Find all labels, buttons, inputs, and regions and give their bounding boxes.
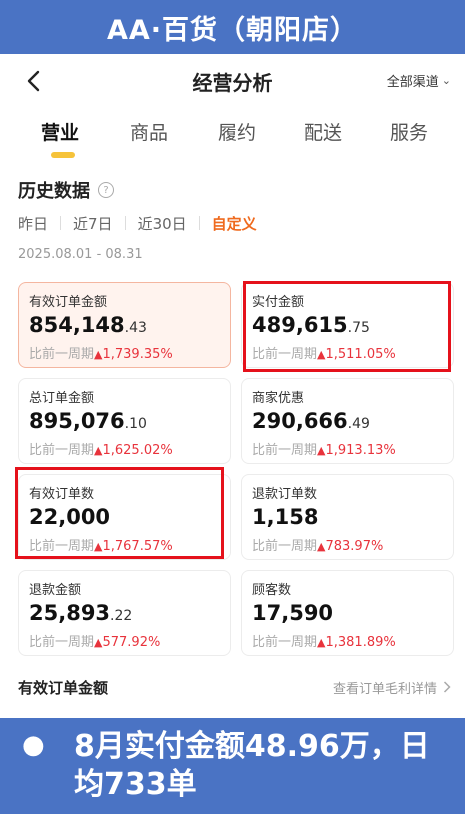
metric-value-int: 895,076: [29, 409, 125, 433]
chevron-right-icon: [443, 681, 451, 693]
nav-bar: 经营分析 全部渠道 ⌄: [0, 56, 465, 106]
metric-label: 商家优惠: [252, 391, 305, 406]
date-range-text: 2025.08.01 - 08.31: [18, 247, 143, 262]
channel-dropdown[interactable]: 全部渠道 ⌄: [387, 71, 451, 90]
metric-compare: 比前一周期▲1,625.02%: [29, 439, 220, 458]
range-30-days[interactable]: 近30日: [126, 213, 199, 234]
metric-value: 854,148.43: [29, 313, 220, 340]
metric-value-decimal: .43: [124, 320, 147, 336]
compare-label: 比前一周期: [29, 443, 95, 458]
metric-label: 总订单金额: [29, 391, 95, 406]
metric-value: 1,158: [252, 505, 443, 532]
tab-service[interactable]: 服务: [390, 118, 428, 145]
compare-label: 比前一周期: [29, 347, 95, 362]
metric-value-decimal: .10: [124, 416, 147, 432]
tab-delivery[interactable]: 配送: [304, 118, 342, 145]
metric-value: 895,076.10: [29, 409, 220, 436]
metric-value: 25,893.22: [29, 601, 220, 628]
tab-products[interactable]: 商品: [130, 118, 168, 145]
metric-label: 退款金额: [29, 583, 82, 598]
top-banner: AA·百货（朝阳店）: [0, 0, 465, 54]
metric-compare: 比前一周期▲783.97%: [252, 535, 443, 554]
compare-percent: 783.97%: [325, 539, 384, 554]
order-margin-detail-link[interactable]: 查看订单毛利详情: [333, 678, 451, 697]
range-7-days[interactable]: 近7日: [61, 213, 125, 234]
compare-percent: 1,739.35%: [102, 347, 173, 362]
metric-card-customer-count[interactable]: 顾客数 17,590 比前一周期▲1,381.89%: [241, 570, 454, 656]
channel-label: 全部渠道: [386, 75, 439, 90]
compare-percent: 1,625.02%: [102, 443, 173, 458]
compare-label: 比前一周期: [252, 539, 318, 554]
caption-text: 8月实付金额48.96万，日均733单: [74, 729, 430, 802]
section-title: 历史数据 ?: [18, 177, 114, 203]
metric-label: 有效订单金额: [29, 295, 108, 310]
metric-value-int: 17,590: [252, 601, 334, 625]
metric-card-refund-order-count[interactable]: 退款订单数 1,158 比前一周期▲783.97%: [241, 474, 454, 560]
order-amount-row: 有效订单金额 查看订单毛利详情: [18, 675, 451, 699]
metric-card-refund-amount[interactable]: 退款金额 25,893.22 比前一周期▲577.92%: [18, 570, 231, 656]
compare-percent: 577.92%: [102, 635, 161, 650]
metric-value-decimal: .49: [347, 416, 370, 432]
active-tab-indicator: [51, 152, 75, 158]
metric-compare: 比前一周期▲1,913.13%: [252, 439, 443, 458]
metric-card-total-order-amount[interactable]: 总订单金额 895,076.10 比前一周期▲1,625.02%: [18, 378, 231, 464]
compare-label: 比前一周期: [252, 443, 318, 458]
compare-label: 比前一周期: [252, 635, 318, 650]
compare-label: 比前一周期: [29, 635, 95, 650]
detail-link-text: 查看订单毛利详情: [332, 681, 437, 697]
metric-card-merchant-discount[interactable]: 商家优惠 290,666.49 比前一周期▲1,913.13%: [241, 378, 454, 464]
metric-card-valid-order-amount[interactable]: 有效订单金额 854,148.43 比前一周期▲1,739.35%: [18, 282, 231, 368]
range-yesterday[interactable]: 昨日: [18, 213, 60, 234]
caption-banner: ● 8月实付金额48.96万，日均733单: [0, 718, 465, 814]
metric-value-int: 25,893: [29, 601, 111, 625]
metric-value-int: 290,666: [252, 409, 348, 433]
metric-compare: 比前一周期▲1,381.89%: [252, 631, 443, 650]
compare-percent: 1,913.13%: [325, 443, 396, 458]
section-title-text: 历史数据: [18, 181, 90, 202]
metric-value-int: 854,148: [29, 313, 125, 337]
highlight-box-paid-amount: [243, 281, 451, 372]
range-custom[interactable]: 自定义: [200, 213, 269, 234]
metric-value: 17,590: [252, 601, 443, 628]
metric-label: 顾客数: [252, 583, 292, 598]
compare-percent: 1,381.89%: [325, 635, 396, 650]
banner-title: AA·百货（朝阳店）: [106, 14, 359, 46]
metric-compare: 比前一周期▲577.92%: [29, 631, 220, 650]
date-range-selector: 昨日 近7日 近30日 自定义: [18, 212, 269, 234]
chevron-down-icon: ⌄: [441, 74, 451, 87]
bottom-section-title: 有效订单金额: [18, 678, 109, 697]
tab-fulfillment[interactable]: 履约: [218, 118, 256, 145]
metric-value: 290,666.49: [252, 409, 443, 436]
metric-label: 退款订单数: [252, 487, 318, 502]
tab-business[interactable]: 营业: [41, 118, 79, 145]
metric-value-decimal: .22: [110, 608, 133, 624]
metric-value-int: 1,158: [252, 505, 319, 529]
bullet-icon: ●: [22, 730, 45, 760]
question-circle-icon[interactable]: ?: [98, 182, 114, 198]
highlight-box-valid-order-count: [15, 467, 224, 559]
metric-compare: 比前一周期▲1,739.35%: [29, 343, 220, 362]
